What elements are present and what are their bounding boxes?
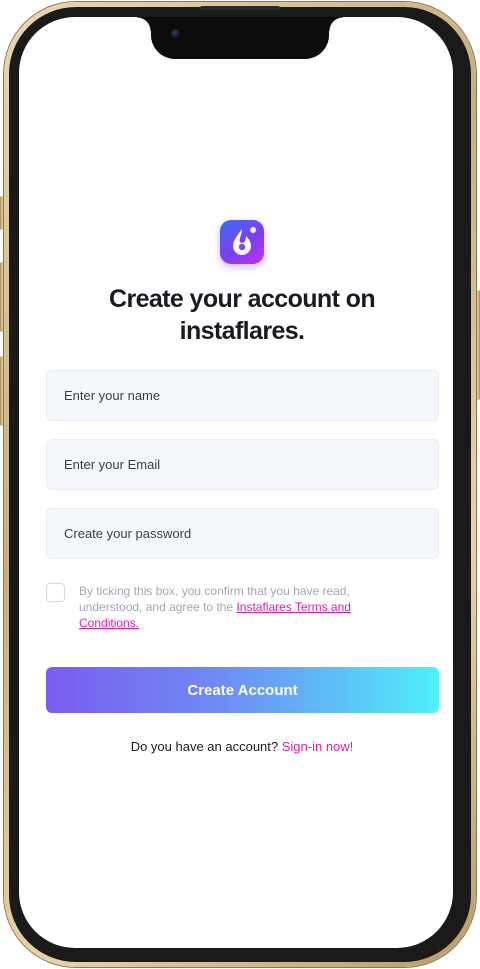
front-camera-icon — [171, 29, 180, 38]
signin-prompt-row: Do you have an account? Sign-in now! — [60, 739, 424, 754]
email-field[interactable] — [46, 439, 439, 490]
signin-link[interactable]: Sign-in now! — [282, 739, 354, 754]
create-account-button[interactable]: Create Account — [46, 667, 439, 713]
password-field[interactable] — [46, 508, 439, 559]
terms-checkbox[interactable] — [46, 583, 65, 602]
earpiece-speaker — [200, 6, 280, 10]
signin-prompt: Do you have an account? — [130, 739, 279, 754]
page-title: Create your account on instaflares. — [108, 285, 376, 345]
terms-consent-text: By ticking this box, you confirm that yo… — [79, 583, 409, 631]
notch — [137, 17, 343, 59]
water-drop-logo-icon — [220, 220, 264, 264]
name-field[interactable] — [46, 370, 439, 421]
